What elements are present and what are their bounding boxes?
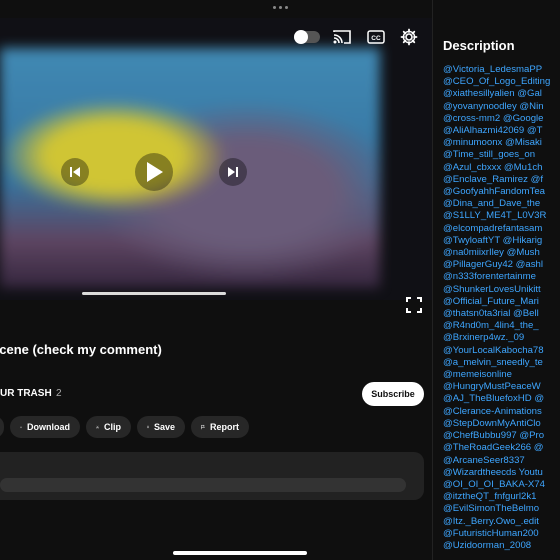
comment-input-bar[interactable]: [0, 478, 406, 492]
mention-link[interactable]: @Enclave_Ramirez @f: [443, 174, 560, 186]
window-grabber[interactable]: [273, 6, 288, 9]
mention-link[interactable]: @na0miixrIley @Mush: [443, 247, 560, 259]
previous-icon: [70, 167, 80, 177]
channel-name[interactable]: UR TRASH: [0, 388, 52, 399]
mention-link[interactable]: @EvilSimonTheBelmo: [443, 503, 560, 515]
subscriber-count: 2: [56, 388, 62, 399]
mention-link[interactable]: @ArcaneSeer8337: [443, 455, 560, 467]
mention-link[interactable]: @xiathesillyalien @Gal: [443, 88, 560, 100]
clip-button[interactable]: Clip: [86, 416, 131, 438]
mention-link[interactable]: @a_melvin_sneedly_te: [443, 357, 560, 369]
mention-link[interactable]: @Time_still_goes_on: [443, 149, 560, 161]
mention-link[interactable]: @FuturisticHuman200: [443, 528, 560, 540]
report-label: Report: [210, 422, 239, 432]
scissors-icon: [96, 425, 99, 429]
download-icon: [20, 426, 22, 428]
mention-link[interactable]: @n333forentertainme: [443, 271, 560, 283]
play-button[interactable]: [135, 153, 173, 191]
video-title: scene (check my comment): [0, 342, 162, 357]
progress-bar[interactable]: [82, 292, 226, 295]
comments-section[interactable]: [0, 452, 424, 500]
mention-link[interactable]: @elcompadrefantasam: [443, 223, 560, 235]
home-indicator[interactable]: [173, 551, 307, 555]
mention-link[interactable]: @ChefBubbu997 @Pro: [443, 430, 560, 442]
mention-link[interactable]: @yovanynoodley @Nin: [443, 101, 560, 113]
save-label: Save: [153, 422, 175, 432]
save-button[interactable]: Save: [137, 416, 185, 438]
mention-link[interactable]: @minumoonx @Misaki: [443, 137, 560, 149]
cast-icon[interactable]: [332, 28, 352, 46]
mention-link[interactable]: @memeisonline: [443, 369, 560, 381]
mention-link[interactable]: @TwyloaftYT @Hikarig: [443, 235, 560, 247]
previous-button[interactable]: [61, 158, 89, 186]
mention-link[interactable]: @AliAlhazmi42069 @T: [443, 125, 560, 137]
mention-link[interactable]: @Uzidoorman_2008: [443, 540, 560, 552]
bookmark-icon: [147, 425, 149, 429]
next-button[interactable]: [219, 158, 247, 186]
video-frame: [0, 48, 380, 288]
mention-link[interactable]: @Azul_cbxxx @Mu1ch: [443, 162, 560, 174]
partial-chip[interactable]: [0, 416, 4, 438]
mention-link[interactable]: @CEO_Of_Logo_Editing: [443, 76, 560, 88]
next-icon: [228, 167, 238, 177]
mention-link[interactable]: @thatsn0ta3rial @Bell: [443, 308, 560, 320]
report-button[interactable]: Report: [191, 416, 249, 438]
mention-link[interactable]: @GoofyahhFandomTea: [443, 186, 560, 198]
mention-link[interactable]: @YourLocalKabocha78: [443, 345, 560, 357]
play-icon: [147, 162, 163, 182]
mention-link[interactable]: @PillagerGuy42 @ashl: [443, 259, 560, 271]
clip-label: Clip: [104, 422, 121, 432]
autoplay-toggle[interactable]: [294, 30, 320, 44]
flag-icon: [201, 424, 205, 430]
mention-link[interactable]: @Official_Future_Mari: [443, 296, 560, 308]
mention-link[interactable]: @Dina_and_Dave_the: [443, 198, 560, 210]
mention-link[interactable]: @Wizardtheecds Youtu: [443, 467, 560, 479]
fullscreen-icon[interactable]: [405, 296, 423, 314]
mention-link[interactable]: @TheRoadGeek266 @: [443, 442, 560, 454]
mention-link[interactable]: @S1LLY_ME4T_L0V3R: [443, 210, 560, 222]
mention-link[interactable]: @AJ_TheBluefoxHD @: [443, 393, 560, 405]
mention-link[interactable]: @Victoria_LedesmaPP: [443, 64, 560, 76]
mention-link[interactable]: @cross-mm2 @Google: [443, 113, 560, 125]
description-panel: Description @Victoria_LedesmaPP @CEO_Of_L…: [433, 0, 560, 560]
mention-link[interactable]: @StepDownMyAntiClo: [443, 418, 560, 430]
description-body: @Victoria_LedesmaPP @CEO_Of_Logo_Editing @…: [443, 64, 560, 552]
mention-link[interactable]: @ShunkerLovesUnikitt: [443, 284, 560, 296]
settings-gear-icon[interactable]: [399, 28, 419, 46]
download-label: Download: [27, 422, 70, 432]
captions-icon[interactable]: CC: [366, 28, 386, 46]
mention-link[interactable]: @Itz._Berry.Owo_.edit: [443, 516, 560, 528]
mention-link[interactable]: @itztheQT_fnfgurl2k1: [443, 491, 560, 503]
mention-link[interactable]: @Clerance-Animations: [443, 406, 560, 418]
mention-link[interactable]: @HungryMustPeaceW: [443, 381, 560, 393]
toggle-knob: [294, 30, 308, 44]
mention-link[interactable]: @R4nd0m_4lin4_the_: [443, 320, 560, 332]
download-button[interactable]: Download: [10, 416, 80, 438]
description-heading: Description: [443, 38, 515, 53]
video-player[interactable]: [0, 18, 432, 300]
svg-text:CC: CC: [371, 35, 381, 42]
subscribe-button[interactable]: Subscribe: [362, 382, 424, 406]
mention-link[interactable]: @OI_OI_OI_BAKA-X74: [443, 479, 560, 491]
mention-link[interactable]: @Brxinerp4wz._09: [443, 332, 560, 344]
